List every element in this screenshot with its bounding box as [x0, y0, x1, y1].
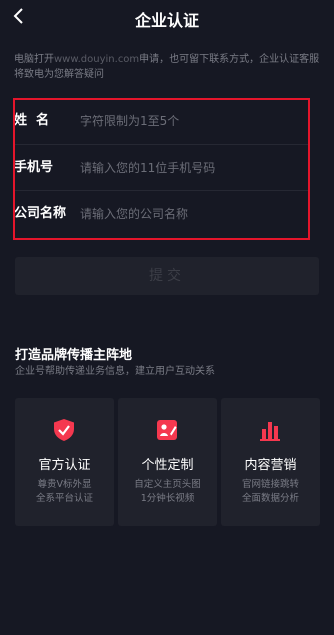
card-customization[interactable]: 个性定制 自定义主页头图 1分钟长视频 — [118, 398, 217, 526]
shield-check-icon — [54, 419, 74, 441]
intro-text: 电脑打开www.douyin.com申请，也可留下联系方式，企业认证客服将致电为… — [14, 52, 322, 82]
form-highlight-box — [13, 98, 310, 240]
card-desc-line: 全系平台认证 — [35, 493, 93, 504]
card-official-certification[interactable]: 官方认证 尊贵V标外显 全系平台认证 — [15, 398, 114, 526]
section-title: 打造品牌传播主阵地 — [15, 348, 133, 363]
card-desc: 自定义主页头图 1分钟长视频 — [118, 478, 217, 506]
card-desc: 尊贵V标外显 全系平台认证 — [15, 478, 114, 506]
card-desc-line: 官网链接跳转 — [241, 479, 299, 490]
card-desc-line: 全面数据分析 — [241, 493, 299, 504]
section-subtitle: 企业号帮助传递业务信息，建立用户互动关系 — [15, 366, 215, 377]
intro-prefix: 电脑打开 — [14, 54, 54, 65]
edit-profile-icon — [157, 420, 177, 440]
card-desc-line: 1分钟长视频 — [140, 493, 195, 504]
submit-button[interactable]: 提交 — [15, 257, 319, 295]
header: 企业认证 — [0, 0, 334, 36]
card-title: 个性定制 — [141, 458, 194, 473]
card-desc-line: 尊贵V标外显 — [37, 479, 92, 490]
bar-chart-icon — [260, 422, 280, 441]
card-desc: 官网链接跳转 全面数据分析 — [221, 478, 320, 506]
card-desc-line: 自定义主页头图 — [134, 479, 201, 490]
card-title: 官方认证 — [38, 458, 91, 473]
card-content-marketing[interactable]: 内容营销 官网链接跳转 全面数据分析 — [221, 398, 320, 526]
page-title: 企业认证 — [134, 11, 199, 30]
intro-url: www.douyin.com — [54, 54, 140, 65]
card-title: 内容营销 — [244, 458, 297, 473]
